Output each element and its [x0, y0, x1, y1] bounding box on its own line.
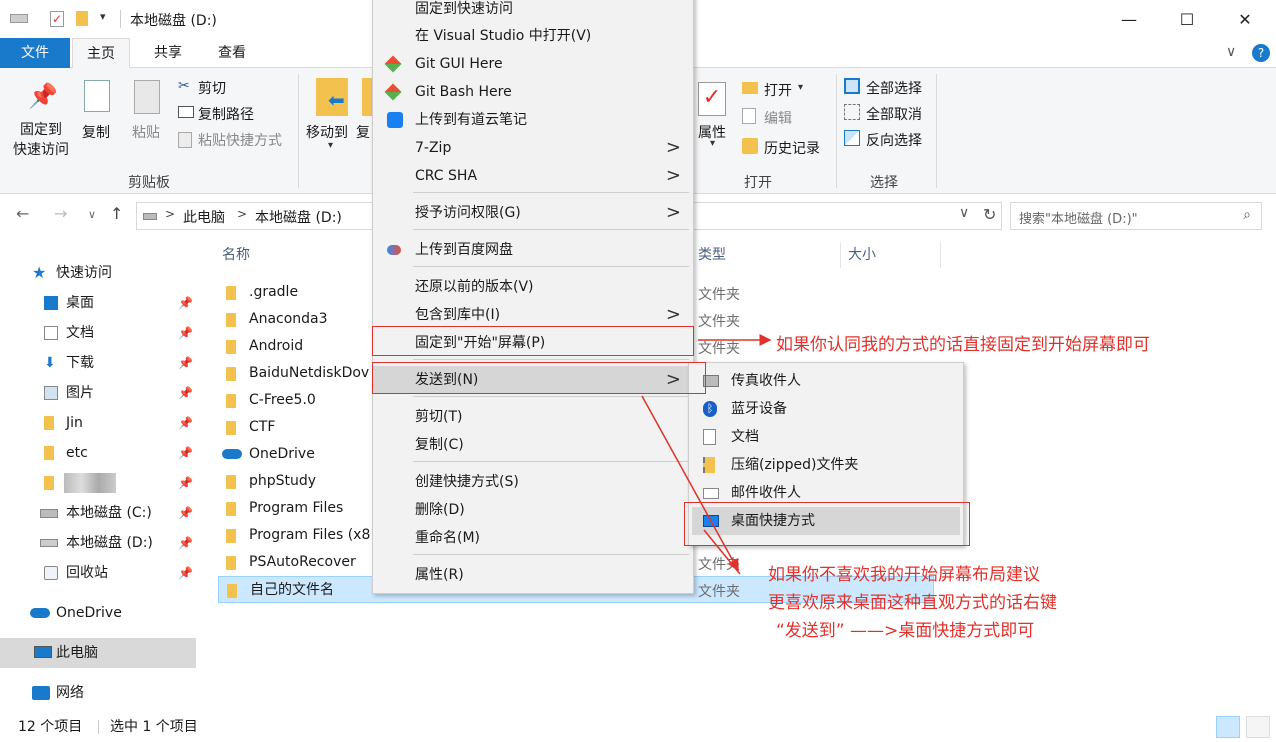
status-bar: 12 个项目 选中 1 个项目	[0, 712, 1276, 742]
arrow-to-sendto-note	[641, 395, 739, 572]
status-separator	[98, 720, 99, 734]
large-icons-view-icon[interactable]	[1246, 716, 1270, 738]
annotation-sendto-line1: 如果你不喜欢我的开始屏幕布局建议	[768, 565, 1040, 585]
arrow-from-sendto-menu	[703, 529, 741, 575]
details-view-icon[interactable]	[1216, 716, 1240, 738]
annotation-sendto-line3: “发送到” ——>桌面快捷方式即可	[776, 621, 1035, 641]
annotation-arrows	[641, 334, 772, 575]
annotation-pin-start: 如果你认同我的方式的话直接固定到开始屏幕即可	[776, 335, 1150, 355]
item-count: 12 个项目	[18, 719, 83, 735]
annotation-sendto-line2: 更喜欢原来桌面这种直观方式的话右键	[768, 593, 1057, 613]
selected-count: 选中 1 个项目	[110, 719, 198, 735]
